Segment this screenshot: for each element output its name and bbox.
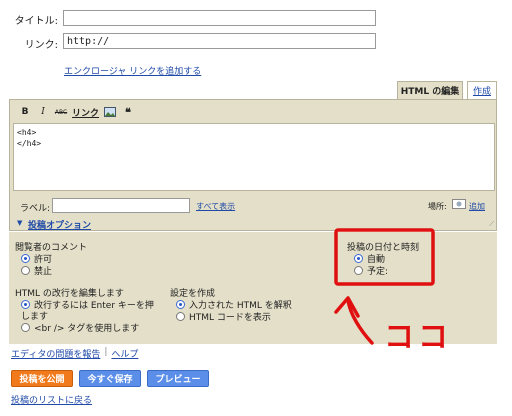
save-now-button[interactable]: 今すぐ保存: [79, 370, 141, 387]
arrow-icon: [334, 296, 374, 345]
footer-separator: |: [104, 347, 108, 357]
footer-links: エディタの問題を報告 | ヘルプ: [11, 347, 138, 360]
highlight-box: [334, 228, 435, 286]
help-link[interactable]: ヘルプ: [111, 347, 138, 360]
preview-button[interactable]: プレビュー: [147, 370, 209, 387]
report-problem-link[interactable]: エディタの問題を報告: [11, 347, 100, 360]
back-to-posts-link[interactable]: 投稿のリストに戻る: [11, 393, 92, 406]
publish-button[interactable]: 投稿を公開: [11, 370, 73, 387]
annotation-text: ココ: [384, 320, 452, 355]
